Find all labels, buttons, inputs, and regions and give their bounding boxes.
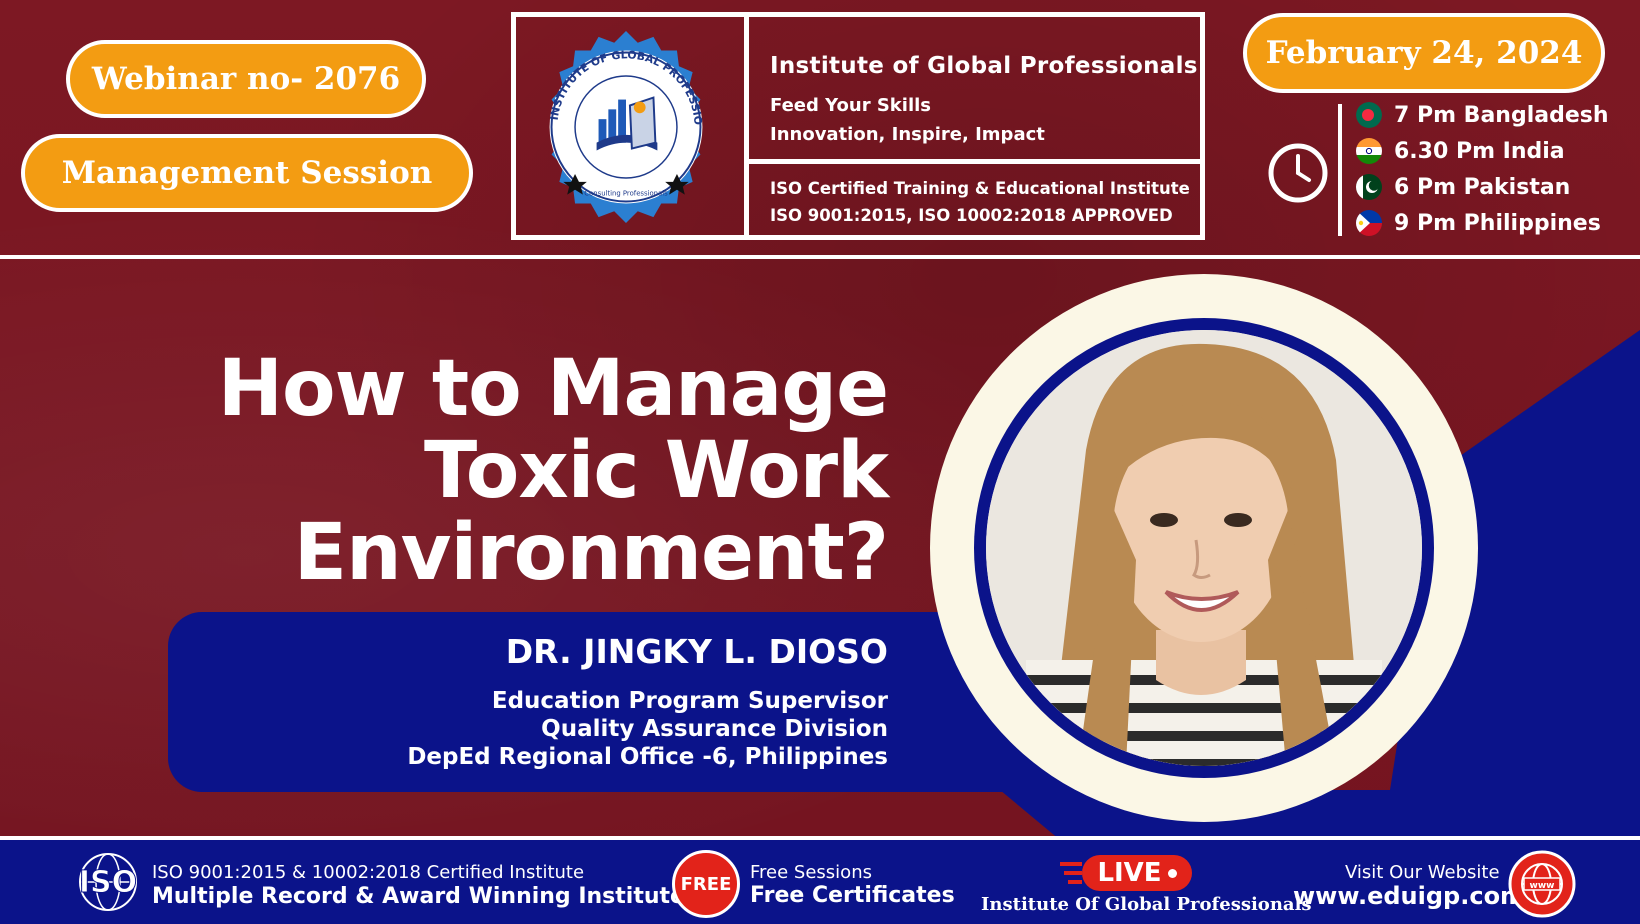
award-winning-text: Multiple Record & Award Winning Institut…: [152, 884, 685, 909]
title-line-1: How to Manage: [217, 344, 889, 434]
website-link[interactable]: www.eduigp.com: [1293, 882, 1525, 910]
organization-logo-box: INSTITUTE OF GLOBAL PROFESSIONALS Consul…: [511, 12, 1205, 240]
live-motion-lines-icon: [1060, 862, 1082, 884]
session-type-badge: Management Session: [21, 134, 473, 212]
session-type-label: Management Session: [61, 155, 433, 191]
organization-tagline-1: Feed Your Skills: [770, 95, 931, 116]
timezone-row-philippines: 9 Pm Philippines: [1356, 210, 1601, 236]
clock-icon: [1268, 143, 1328, 203]
philippines-flag-icon: [1356, 210, 1382, 236]
timezone-label: 6 Pm Pakistan: [1394, 174, 1571, 200]
date-label: February 24, 2024: [1265, 35, 1583, 71]
iso-logo-icon: ISO: [78, 853, 138, 911]
india-flag-icon: [1356, 138, 1382, 164]
iso-certification-line-1: ISO Certified Training & Educational Ins…: [770, 179, 1190, 198]
visit-website-text: Visit Our Website: [1345, 862, 1500, 883]
speaker-role-3: DepEd Regional Office -6, Philippines: [407, 744, 888, 770]
free-badge-label: FREE: [680, 873, 732, 895]
live-badge: LIVE: [1082, 855, 1192, 891]
webinar-number-label: Webinar no- 2076: [91, 61, 401, 97]
speaker-role-2: Quality Assurance Division: [541, 716, 888, 742]
timezone-label: 7 Pm Bangladesh: [1394, 102, 1609, 128]
free-badge-icon: FREE: [672, 850, 740, 918]
speaker-photo: [986, 330, 1422, 766]
free-sessions-text: Free Sessions: [750, 862, 872, 883]
pakistan-flag-icon: [1356, 174, 1382, 200]
live-organization-name: Institute Of Global Professionals: [981, 894, 1312, 915]
seal-subtext: Consulting Professionals: [584, 190, 668, 198]
timezone-row-bangladesh: 7 Pm Bangladesh: [1356, 102, 1609, 128]
globe-icon[interactable]: www: [1508, 850, 1576, 918]
live-label: LIVE: [1097, 858, 1162, 888]
bangladesh-flag-icon: [1356, 102, 1382, 128]
organization-name: Institute of Global Professionals: [770, 53, 1198, 79]
free-certificates-text: Free Certificates: [750, 883, 955, 908]
iso-certification-line-2: ISO 9001:2015, ISO 10002:2018 APPROVED: [770, 206, 1173, 225]
iso-logo-text: ISO: [79, 865, 137, 900]
date-badge: February 24, 2024: [1243, 13, 1605, 93]
logo-divider-horizontal: [749, 159, 1205, 164]
timezone-row-india: 6.30 Pm India: [1356, 138, 1565, 164]
speaker-portrait-illustration: [986, 330, 1422, 766]
organization-tagline-2: Innovation, Inspire, Impact: [770, 124, 1045, 145]
speaker-name: DR. JINGKY L. DIOSO: [505, 632, 888, 671]
iso-certified-text: ISO 9001:2015 & 10002:2018 Certified Ins…: [152, 862, 585, 883]
institute-seal-icon: INSTITUTE OF GLOBAL PROFESSIONALS Consul…: [528, 29, 705, 224]
webinar-number-badge: Webinar no- 2076: [66, 40, 426, 118]
live-dot-icon: [1167, 868, 1177, 878]
title-line-3: Environment?: [293, 508, 889, 598]
webinar-title: How to Manage Toxic Work Environment?: [168, 344, 889, 598]
timezone-row-pakistan: 6 Pm Pakistan: [1356, 174, 1570, 200]
logo-divider-vertical: [744, 17, 749, 235]
timezone-divider: [1338, 104, 1342, 236]
globe-text: www: [1530, 881, 1555, 891]
speaker-role-1: Education Program Supervisor: [491, 688, 888, 714]
timezone-label: 6.30 Pm India: [1394, 138, 1565, 164]
title-line-2: Toxic Work: [423, 426, 889, 516]
timezone-label: 9 Pm Philippines: [1394, 210, 1601, 236]
header-divider: [0, 255, 1640, 259]
